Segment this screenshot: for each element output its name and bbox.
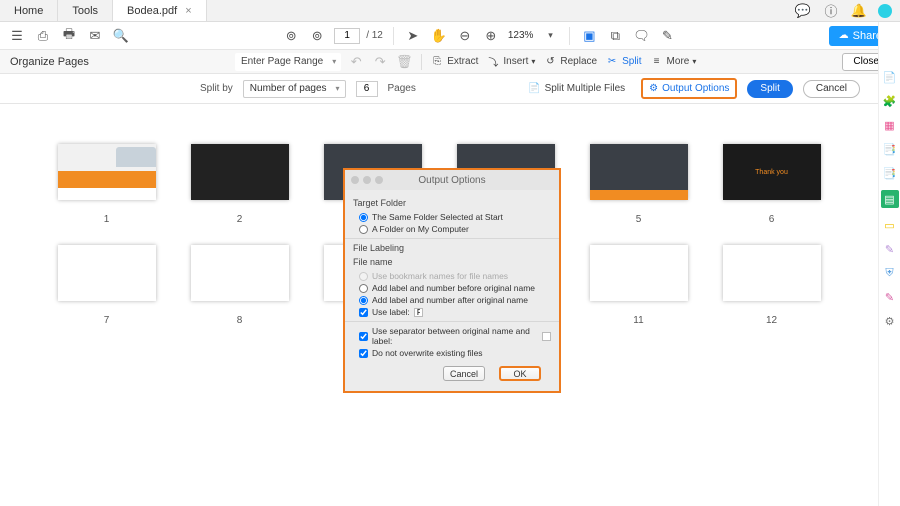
page-total: / 12	[366, 30, 383, 41]
separator-input[interactable]	[542, 332, 551, 341]
split-cancel-button[interactable]: Cancel	[803, 80, 860, 98]
zoom-level[interactable]: 123%	[508, 30, 534, 41]
output-options-dialog: Output Options Target Folder The Same Fo…	[343, 168, 561, 393]
print-icon[interactable]: 🖶	[60, 27, 78, 45]
more-tools-icon[interactable]: ✎	[883, 290, 897, 304]
page-thumb[interactable]	[590, 144, 688, 200]
tab-document[interactable]: Bodea.pdf×	[113, 0, 207, 21]
tab-strip: Home Tools Bodea.pdf× 💬 ⓘ 🔔	[0, 0, 900, 22]
combine-icon[interactable]: 📑	[883, 166, 897, 180]
mail-icon[interactable]: ✉	[86, 27, 104, 45]
export-pdf-icon[interactable]: 📄	[883, 70, 897, 84]
tab-tools[interactable]: Tools	[58, 0, 113, 21]
rotate-ccw-icon[interactable]: ↶	[347, 53, 365, 71]
zoom-in-icon[interactable]: ⊕	[482, 27, 500, 45]
split-mode-dropdown[interactable]: Number of pages	[243, 80, 346, 98]
dialog-title: Output Options	[345, 175, 559, 186]
dialog-ok-button[interactable]: OK	[499, 366, 541, 381]
chevron-down-icon[interactable]: ▾	[541, 27, 559, 45]
dialog-cancel-button[interactable]: Cancel	[443, 366, 485, 381]
pages-label: Pages	[388, 83, 416, 94]
trash-icon[interactable]: 🗑	[395, 53, 413, 71]
sign-icon[interactable]: ✎	[658, 27, 676, 45]
help-icon[interactable]: ⓘ	[822, 2, 840, 20]
radio-label-after[interactable]: Add label and number after original name	[359, 295, 551, 305]
page-thumb[interactable]: Thank you	[723, 144, 821, 200]
view-mode-icon[interactable]: ⧉	[606, 27, 624, 45]
page-number: 8	[183, 315, 296, 326]
main-toolbar: ☰ ⎙ 🖶 ✉ 🔍 ⊚ ⊚ / 12 ➤ ✋ ⊖ ⊕ 123% ▾ ▣ ⧉ 🗨 …	[0, 22, 900, 50]
page-number: 1	[50, 214, 163, 225]
page-number-input[interactable]	[334, 28, 360, 44]
label-text-input[interactable]	[414, 308, 423, 317]
fit-width-icon[interactable]: ▣	[580, 27, 598, 45]
organize-icon[interactable]: ▤	[881, 190, 899, 208]
check-use-label[interactable]: Use label:	[359, 307, 551, 317]
close-tab-icon[interactable]: ×	[185, 5, 191, 17]
comment-icon[interactable]: 📑	[883, 142, 897, 156]
page-thumb[interactable]	[58, 144, 156, 200]
check-no-overwrite[interactable]: Do not overwrite existing files	[359, 348, 551, 358]
zoom-out-icon[interactable]: ⊖	[456, 27, 474, 45]
page-up-icon[interactable]: ⊚	[282, 27, 300, 45]
page-number: 5	[582, 214, 695, 225]
fill-sign-icon[interactable]: ✎	[883, 242, 897, 256]
split-by-label: Split by	[200, 83, 233, 94]
split-confirm-button[interactable]: Split	[747, 80, 792, 98]
organize-title: Organize Pages	[10, 56, 89, 68]
stamp-icon[interactable]: ▭	[883, 218, 897, 232]
page-number: 2	[183, 214, 296, 225]
page-thumb[interactable]	[723, 245, 821, 301]
read-aloud-icon[interactable]: 🗨	[632, 27, 650, 45]
page-thumb[interactable]	[58, 245, 156, 301]
protect-icon[interactable]: ⛨	[883, 266, 897, 280]
page-number: 7	[50, 315, 163, 326]
file-labeling-heading: File Labeling	[353, 243, 551, 253]
radio-use-bookmarks: Use bookmark names for file names	[359, 271, 551, 281]
split-button[interactable]: ✂Split	[605, 55, 641, 69]
tab-home[interactable]: Home	[0, 0, 58, 21]
insert-button[interactable]: ⤵Insert▾	[486, 55, 535, 69]
page-number: 11	[582, 315, 695, 326]
split-multiple-link[interactable]: 📄Split Multiple Files	[522, 80, 631, 97]
file-name-heading: File name	[353, 257, 551, 267]
replace-button[interactable]: ↺Replace	[543, 55, 597, 69]
dialog-titlebar[interactable]: Output Options	[345, 170, 559, 190]
page-thumb[interactable]	[590, 245, 688, 301]
page-thumb[interactable]	[191, 144, 289, 200]
sidebar-toggle-icon[interactable]: ☰	[8, 27, 26, 45]
page-number: 12	[715, 315, 828, 326]
search-icon[interactable]: 🔍	[112, 27, 130, 45]
pointer-icon[interactable]: ➤	[404, 27, 422, 45]
hand-icon[interactable]: ✋	[430, 27, 448, 45]
page-number: 6	[715, 214, 828, 225]
more-dropdown[interactable]: ≡More▾	[650, 55, 697, 69]
split-count-input[interactable]	[356, 81, 378, 97]
page-range-dropdown[interactable]: Enter Page Range	[235, 53, 341, 71]
right-rail: 📄 🧩 ▦ 📑 📑 ▤ ▭ ✎ ⛨ ✎ ⚙	[878, 22, 900, 506]
output-options-link[interactable]: ⚙Output Options	[641, 78, 737, 99]
create-pdf-icon[interactable]: ▦	[883, 118, 897, 132]
rotate-cw-icon[interactable]: ↷	[371, 53, 389, 71]
tools-icon[interactable]: ⚙	[883, 314, 897, 328]
page-down-icon[interactable]: ⊚	[308, 27, 326, 45]
organize-bar: Organize Pages Enter Page Range ↶ ↷ 🗑 ⎘E…	[0, 50, 900, 74]
check-use-separator[interactable]: Use separator between original name and …	[359, 326, 551, 346]
split-subbar: Split by Number of pages Pages 📄Split Mu…	[0, 74, 900, 104]
radio-same-folder[interactable]: The Same Folder Selected at Start	[359, 212, 551, 222]
extract-button[interactable]: ⎘Extract	[430, 55, 478, 69]
radio-label-before[interactable]: Add label and number before original nam…	[359, 283, 551, 293]
radio-my-computer[interactable]: A Folder on My Computer	[359, 224, 551, 234]
page-thumb[interactable]	[191, 245, 289, 301]
edit-pdf-icon[interactable]: 🧩	[883, 94, 897, 108]
avatar[interactable]	[878, 4, 892, 18]
save-icon[interactable]: ⎙	[34, 27, 52, 45]
chat-icon[interactable]: 💬	[794, 2, 812, 20]
target-folder-heading: Target Folder	[353, 198, 551, 208]
bell-icon[interactable]: 🔔	[850, 2, 868, 20]
